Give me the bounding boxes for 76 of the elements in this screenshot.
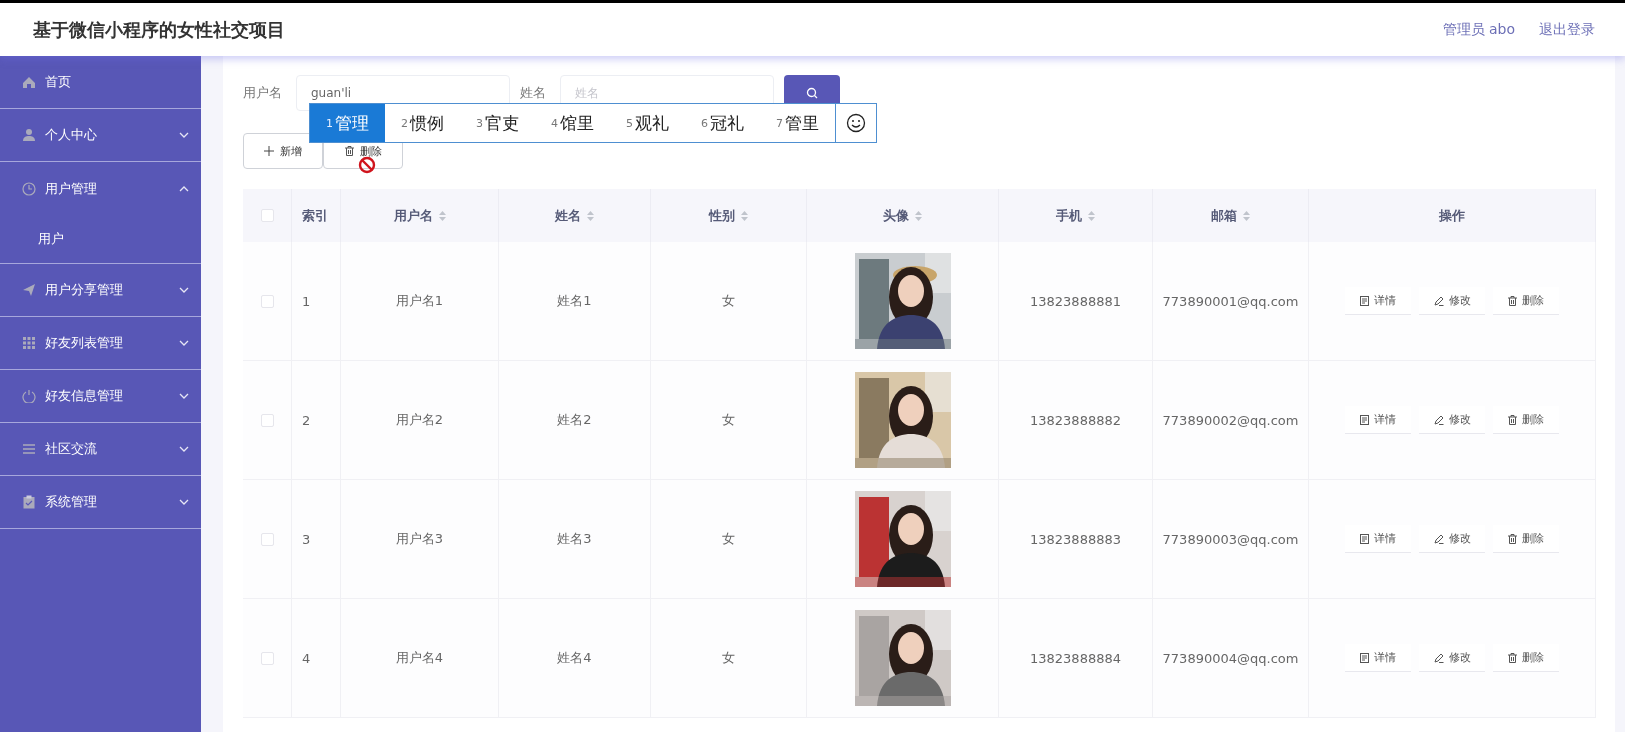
table-cell: 13823888883 xyxy=(1030,531,1121,547)
clock-icon xyxy=(22,181,36,196)
sort-icon[interactable] xyxy=(438,210,446,221)
table-cell: 用户名4 xyxy=(395,649,444,667)
table-cell: 773890003@qq.com xyxy=(1162,531,1299,547)
table-cell: 13823888881 xyxy=(1030,293,1121,309)
sidebar-item[interactable]: 用户管理 xyxy=(0,162,201,215)
list-icon xyxy=(22,442,36,456)
home-icon xyxy=(22,75,36,89)
table-cell: 姓名4 xyxy=(557,649,592,667)
field-label: 用户名 xyxy=(243,84,282,102)
pencil-icon xyxy=(1433,414,1444,425)
trash-icon xyxy=(1508,533,1517,544)
ime-candidate[interactable]: 1 管理 xyxy=(310,104,385,142)
clipboard-icon xyxy=(22,495,36,509)
column-header: 姓名 xyxy=(555,206,581,225)
document-icon xyxy=(1360,295,1369,306)
plus-icon xyxy=(264,146,274,156)
table-cell: 姓名2 xyxy=(557,411,592,429)
document-icon xyxy=(1360,533,1369,544)
admin-name: 管理员 abo xyxy=(1442,20,1515,39)
table-cell: 1 xyxy=(302,293,311,309)
table-cell: 13823888882 xyxy=(1030,412,1121,428)
grid-icon xyxy=(22,336,36,350)
column-header: 索引 xyxy=(302,206,328,225)
smiley-icon[interactable] xyxy=(846,113,866,133)
pencil-icon xyxy=(1433,295,1444,306)
column-header: 头像 xyxy=(883,206,909,225)
checkbox[interactable] xyxy=(260,532,274,546)
checkbox[interactable] xyxy=(260,413,274,427)
sort-icon[interactable] xyxy=(1088,210,1095,221)
sort-icon[interactable] xyxy=(915,210,922,221)
pencil-icon xyxy=(1433,652,1444,663)
table-cell: 女 xyxy=(722,530,735,548)
table-cell: 用户名2 xyxy=(395,411,444,429)
field-label: 姓名 xyxy=(520,84,546,102)
checkbox[interactable] xyxy=(260,294,274,308)
table-cell: 3 xyxy=(302,531,311,547)
checkbox[interactable] xyxy=(260,651,274,665)
document-icon xyxy=(1360,652,1369,663)
table-cell: 用户名1 xyxy=(395,292,444,310)
send-icon xyxy=(22,283,36,297)
table-cell: 女 xyxy=(722,292,735,310)
table-cell: 773890002@qq.com xyxy=(1162,412,1299,428)
table-cell: 女 xyxy=(722,411,735,429)
column-header: 用户名 xyxy=(393,206,433,225)
table-cell: 4 xyxy=(302,650,311,666)
logout-link[interactable]: 退出登录 xyxy=(1539,20,1595,39)
sort-icon[interactable] xyxy=(741,210,748,221)
power-icon xyxy=(22,389,36,403)
search-icon xyxy=(806,87,818,99)
table-cell: 姓名1 xyxy=(557,292,592,310)
app-title: 基于微信小程序的女性社交项目 xyxy=(33,17,285,42)
forbidden-cursor-icon xyxy=(358,156,376,174)
table-cell: 用户名3 xyxy=(395,530,444,548)
trash-icon xyxy=(1508,652,1517,663)
table-cell: 2 xyxy=(302,412,311,428)
sort-icon[interactable] xyxy=(1243,210,1250,221)
table-cell: 773890004@qq.com xyxy=(1162,650,1299,666)
trash-icon xyxy=(1508,414,1517,425)
trash-icon xyxy=(344,146,354,156)
document-icon xyxy=(1360,414,1369,425)
trash-icon xyxy=(1508,295,1517,306)
pencil-icon xyxy=(1433,533,1444,544)
table-cell: 姓名3 xyxy=(557,530,592,548)
column-header: 邮箱 xyxy=(1211,206,1237,225)
column-header: 性别 xyxy=(709,206,735,225)
column-header: 手机 xyxy=(1056,206,1082,225)
add-button[interactable]: 新增 xyxy=(243,133,323,169)
user-icon xyxy=(22,128,36,142)
table-cell: 773890001@qq.com xyxy=(1162,293,1299,309)
column-header: 操作 xyxy=(1439,206,1465,225)
table-cell: 女 xyxy=(722,649,735,667)
checkbox[interactable] xyxy=(260,209,274,222)
sort-icon[interactable] xyxy=(587,210,594,221)
table-cell: 13823888884 xyxy=(1030,650,1121,666)
